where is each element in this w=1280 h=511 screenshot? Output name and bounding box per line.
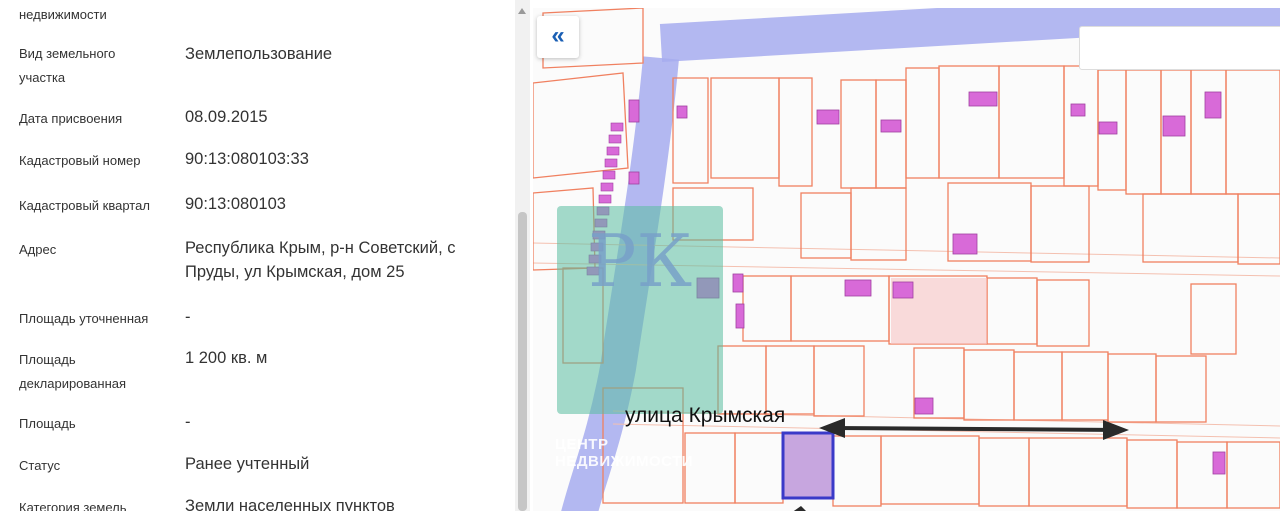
watermark-line2: НЕДВИЖИМОСТИ bbox=[555, 453, 694, 470]
field-label: Площадь bbox=[19, 416, 76, 431]
field-value: 08.09.2015 bbox=[185, 108, 268, 126]
field-label: Вид земельного участка bbox=[19, 46, 116, 85]
info-row: недвижимости bbox=[0, 3, 515, 27]
scrollbar-thumb[interactable] bbox=[518, 212, 527, 511]
watermark-line1: ЦЕНТР bbox=[555, 436, 609, 453]
field-label: Категория земель bbox=[19, 500, 127, 511]
field-label: Площадь уточненная bbox=[19, 311, 149, 326]
watermark-letters: РК bbox=[588, 219, 693, 303]
field-value: Земли населенных пунктов bbox=[185, 497, 395, 511]
field-value: - bbox=[185, 308, 191, 326]
field-label: Дата присвоения bbox=[19, 111, 123, 126]
cadastral-number: 90:13:080103:33 bbox=[185, 150, 309, 168]
double-chevron-left-icon: « bbox=[551, 22, 565, 49]
field-label: Площадь декларированная bbox=[19, 352, 127, 391]
field-label: недвижимости bbox=[19, 7, 107, 22]
status-value: Ранее учтенный bbox=[185, 455, 310, 473]
field-label: Адрес bbox=[19, 242, 57, 257]
info-row: Вид земельного участка Землепользование bbox=[0, 42, 515, 92]
scroll-up-arrow-icon[interactable] bbox=[518, 8, 526, 14]
field-value: Землепользование bbox=[185, 45, 333, 63]
address-value: Республика Крым, р-н Советский, с Пруды,… bbox=[185, 239, 456, 281]
selected-parcel bbox=[781, 431, 835, 500]
info-panel: недвижимости Вид земельного участка Земл… bbox=[0, 0, 530, 511]
field-value: 90:13:080103 bbox=[185, 195, 286, 213]
field-value: - bbox=[185, 413, 191, 431]
cadastral-map[interactable]: РК ЦЕНТР НЕДВИЖИМОСТИ улица Крымская « bbox=[533, 8, 1280, 511]
field-label: Кадастровый квартал bbox=[19, 198, 150, 213]
watermark-text: ЦЕНТР НЕДВИЖИМОСТИ bbox=[555, 436, 693, 470]
map-search-box[interactable] bbox=[1079, 26, 1280, 70]
field-label: Статус bbox=[19, 458, 61, 473]
collapse-panel-button[interactable]: « bbox=[537, 16, 579, 58]
panel-scrollbar[interactable] bbox=[515, 0, 530, 511]
field-label: Кадастровый номер bbox=[19, 153, 141, 168]
street-label: улица Крымская bbox=[625, 404, 786, 427]
field-value: 1 200 кв. м bbox=[185, 349, 268, 367]
